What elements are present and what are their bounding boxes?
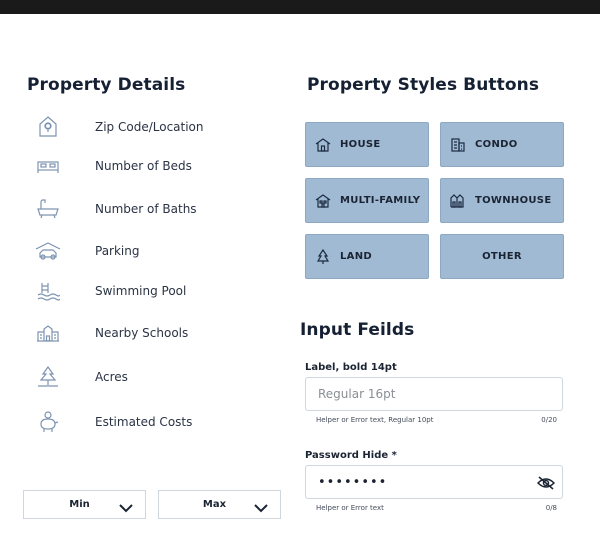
bed-icon <box>30 153 66 179</box>
helper-text: Helper or Error text <box>316 504 384 512</box>
piggy-bank-icon <box>30 409 66 435</box>
min-select[interactable]: Min <box>23 490 146 519</box>
property-details-title: Property Details <box>27 75 186 95</box>
style-button-house[interactable]: HOUSE <box>305 122 429 167</box>
townhouse-icon <box>450 193 466 209</box>
bathtub-icon <box>30 196 66 222</box>
location-house-icon <box>30 114 66 140</box>
detail-costs[interactable]: Estimated Costs <box>30 407 280 437</box>
character-counter: 0/8 <box>545 504 557 512</box>
house-icon <box>315 137 331 153</box>
detail-label: Zip Code/Location <box>95 120 204 134</box>
style-button-multi-family[interactable]: MULTI-FAMILY <box>305 178 429 223</box>
eye-hide-icon[interactable] <box>536 475 556 490</box>
top-bar <box>0 0 600 14</box>
property-styles-title: Property Styles Buttons <box>307 75 540 95</box>
password-field[interactable] <box>305 465 563 499</box>
style-button-label: TOWNHOUSE <box>475 195 552 206</box>
min-select-value: Min <box>69 499 90 510</box>
style-button-land[interactable]: LAND <box>305 234 429 279</box>
chevron-down-icon <box>252 499 270 512</box>
style-button-label: LAND <box>340 251 372 262</box>
chevron-down-icon <box>117 499 135 512</box>
field-label: Label, bold 14pt <box>305 362 397 373</box>
condo-building-icon <box>450 137 466 153</box>
style-button-label: OTHER <box>482 251 522 262</box>
character-counter: 0/20 <box>541 416 557 424</box>
detail-parking[interactable]: Parking <box>30 236 280 266</box>
password-label: Password Hide * <box>305 450 397 461</box>
input-fields-title: Input Feilds <box>300 320 415 340</box>
detail-label: Number of Beds <box>95 159 192 173</box>
pool-ladder-icon <box>30 278 66 304</box>
style-button-other[interactable]: OTHER <box>440 234 564 279</box>
multi-family-icon <box>315 193 331 209</box>
style-button-label: MULTI-FAMILY <box>340 195 421 206</box>
detail-baths[interactable]: Number of Baths <box>30 194 280 224</box>
max-select[interactable]: Max <box>158 490 281 519</box>
detail-label: Acres <box>95 370 128 384</box>
detail-acres[interactable]: Acres <box>30 362 280 392</box>
school-icon <box>30 320 66 346</box>
detail-label: Estimated Costs <box>95 415 193 429</box>
detail-label: Swimming Pool <box>95 284 187 298</box>
style-button-label: CONDO <box>475 139 518 150</box>
detail-beds[interactable]: Number of Beds <box>30 151 280 181</box>
tree-icon <box>315 248 331 265</box>
detail-label: Nearby Schools <box>95 326 189 340</box>
tree-icon <box>30 364 66 390</box>
text-field[interactable] <box>305 377 563 411</box>
garage-car-icon <box>30 238 66 264</box>
detail-label: Parking <box>95 244 140 258</box>
detail-label: Number of Baths <box>95 202 197 216</box>
detail-zip-location[interactable]: Zip Code/Location <box>30 112 280 142</box>
style-button-label: HOUSE <box>340 139 381 150</box>
style-button-condo[interactable]: CONDO <box>440 122 564 167</box>
style-button-townhouse[interactable]: TOWNHOUSE <box>440 178 564 223</box>
detail-schools[interactable]: Nearby Schools <box>30 318 280 348</box>
detail-pool[interactable]: Swimming Pool <box>30 276 280 306</box>
helper-text: Helper or Error text, Regular 10pt <box>316 416 434 424</box>
max-select-value: Max <box>202 499 227 510</box>
